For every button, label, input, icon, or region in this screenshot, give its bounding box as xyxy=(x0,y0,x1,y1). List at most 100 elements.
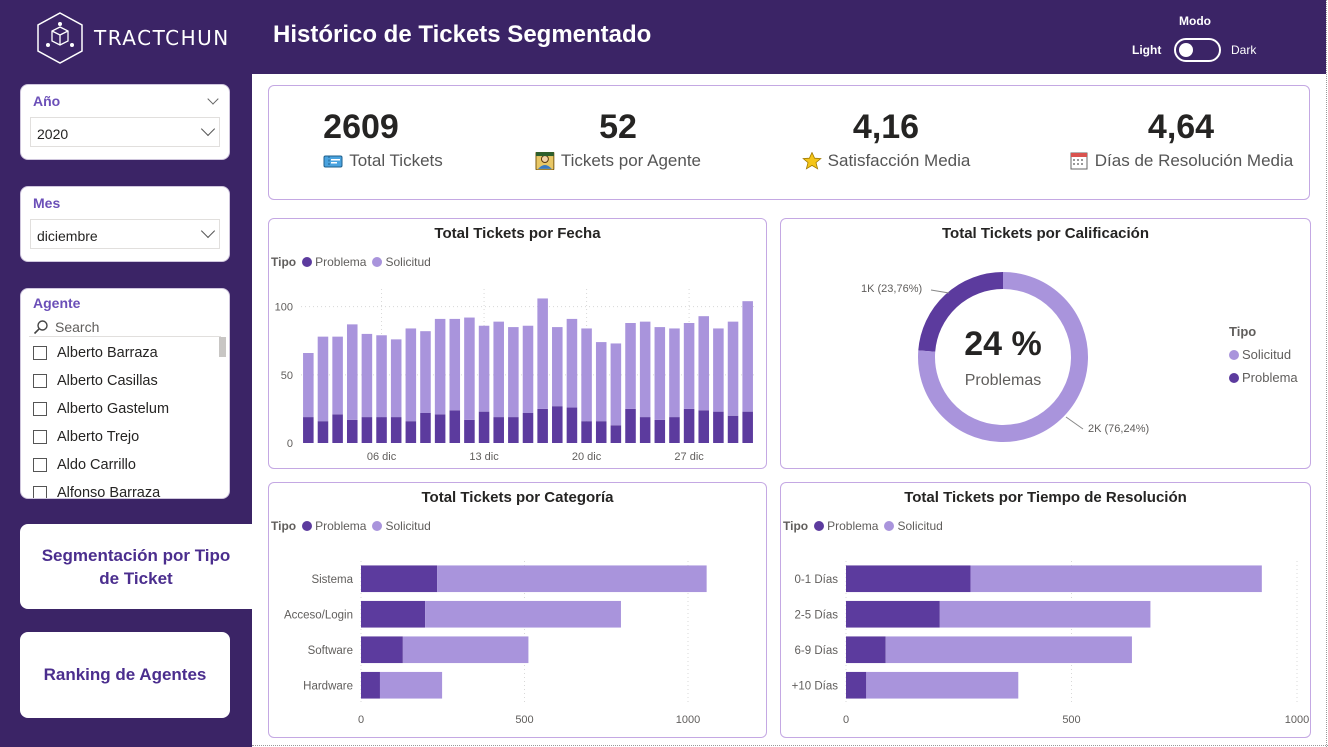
year-slicer-title: Año xyxy=(33,93,61,109)
category-label: +10 Días xyxy=(792,680,839,692)
category-label: Hardware xyxy=(303,680,353,692)
bar-problema xyxy=(390,417,402,443)
bar-solicitud xyxy=(537,298,548,409)
chart-card-calificacion: Total Tickets por Calificación 24 % Prob… xyxy=(780,218,1311,469)
bar-solicitud xyxy=(639,321,651,418)
bar-solicitud xyxy=(390,339,402,418)
kpi-value: 4,64 xyxy=(1147,108,1215,146)
agent-search-placeholder: Search xyxy=(55,319,100,335)
bar-solicitud xyxy=(332,336,343,415)
agent-list-item[interactable]: Alberto Barraza xyxy=(33,339,217,367)
bar-problema xyxy=(449,410,461,443)
donut-label-solicitud: 2K (76,24%) xyxy=(1088,423,1150,435)
x-tick-label: 13 dic xyxy=(469,451,499,463)
fecha-chart-plot: 0 50 100 06 dic 13 dic 20 dic 27 dic xyxy=(275,289,755,463)
light-label: Light xyxy=(1132,43,1162,57)
y-tick-label: 50 xyxy=(281,370,293,382)
kpi-label-text: Satisfacción Media xyxy=(827,151,971,170)
kpi-satisfaccion-media: 4,16 Satisfacción Media xyxy=(788,108,984,171)
agent-list-item[interactable]: Aldo Carrillo xyxy=(33,451,217,479)
bar-problema xyxy=(625,408,636,443)
legend-item-problema[interactable]: Problema xyxy=(1229,370,1298,385)
agent-name: Alberto Gastelum xyxy=(57,401,170,417)
y-tick-label: 0 xyxy=(287,438,293,450)
x-tick-label: 27 dic xyxy=(674,451,704,463)
bar-solicitud xyxy=(742,301,753,412)
nav-segmentacion-label: Segmentación por Tipo de Ticket xyxy=(41,545,231,588)
brand-logo[interactable]: TRACTCHUN xyxy=(34,10,234,66)
kpi-total-tickets: 2609 Total Tickets xyxy=(269,108,453,171)
agent-list-item[interactable]: Alberto Trejo xyxy=(33,423,217,451)
x-tick-label: 20 dic xyxy=(572,451,602,463)
toggle-knob xyxy=(1179,43,1193,57)
page-title: Histórico de Tickets Segmentado xyxy=(273,21,652,48)
agent-name: Aldo Carrillo xyxy=(57,457,136,473)
x-tick-label: 0 xyxy=(843,714,849,726)
bar-problema xyxy=(846,636,886,664)
agent-checkbox[interactable] xyxy=(33,486,47,498)
bar-problema xyxy=(522,413,534,443)
bar-problema xyxy=(303,417,314,443)
chevron-down-icon[interactable] xyxy=(207,93,219,105)
chevron-down-icon xyxy=(200,223,216,239)
month-dropdown[interactable]: diciembre xyxy=(30,219,220,249)
agent-checkbox[interactable] xyxy=(33,374,47,388)
bar-solicitud xyxy=(478,325,490,412)
nav-ranking-button[interactable]: Ranking de Agentes xyxy=(20,632,230,718)
bar-problema xyxy=(361,636,403,664)
sidebar: TRACTCHUN Año 2020 Mes diciembre Agente … xyxy=(0,0,252,747)
bar-problema xyxy=(332,414,343,443)
search-icon xyxy=(33,320,48,335)
kpi-value: 52 xyxy=(599,108,637,146)
bar-solicitud xyxy=(317,336,329,422)
year-dropdown[interactable]: 2020 xyxy=(30,117,220,147)
dark-label: Dark xyxy=(1231,43,1257,57)
legend-item-solicitud[interactable]: Solicitud xyxy=(1229,347,1298,362)
bar-solicitud xyxy=(437,565,707,593)
year-dropdown-value: 2020 xyxy=(37,126,69,142)
bar-solicitud xyxy=(610,343,622,426)
bar-solicitud xyxy=(464,317,475,420)
bar-solicitud xyxy=(595,342,607,422)
agent-name: Alberto Trejo xyxy=(57,429,140,445)
agent-checkbox[interactable] xyxy=(33,402,47,416)
bar-problema xyxy=(566,407,578,443)
bar-problema xyxy=(361,565,438,593)
agent-list-item[interactable]: Alfonso Barraza xyxy=(33,479,217,499)
agent-checkbox[interactable] xyxy=(33,346,47,360)
nav-ranking-label: Ranking de Agentes xyxy=(43,665,207,684)
agent-name: Alfonso Barraza xyxy=(57,485,161,499)
bar-solicitud xyxy=(866,671,1019,699)
bar-solicitud xyxy=(885,636,1132,664)
bar-problema xyxy=(537,408,548,443)
mode-label: Modo xyxy=(1179,14,1211,28)
bar-solicitud xyxy=(683,323,695,409)
bar-problema xyxy=(478,411,490,443)
agent-list-item[interactable]: Alberto Casillas xyxy=(33,367,217,395)
agent-list-scroll-thumb[interactable] xyxy=(219,337,226,357)
bar-solicitud xyxy=(493,321,504,418)
bar-problema xyxy=(654,419,666,443)
agent-search[interactable]: Search xyxy=(33,319,99,335)
nav-segmentacion-button[interactable]: Segmentación por Tipo de Ticket xyxy=(20,524,252,609)
bar-problema xyxy=(405,421,417,443)
agent-name: Alberto Barraza xyxy=(57,345,158,361)
bar-solicitud xyxy=(434,318,446,415)
bar-problema xyxy=(581,421,592,443)
bar-solicitud xyxy=(420,331,431,413)
brand-name: TRACTCHUN xyxy=(94,26,230,50)
agent-checkbox[interactable] xyxy=(33,458,47,472)
month-slicer: Mes diciembre xyxy=(20,186,230,262)
agent-list-item[interactable]: Alberto Gastelum xyxy=(33,395,217,423)
legend-title: Tipo xyxy=(1229,324,1257,339)
agent-checkbox[interactable] xyxy=(33,430,47,444)
bar-solicitud xyxy=(698,316,710,411)
bar-solicitud xyxy=(402,636,529,664)
agent-list-scrollbar[interactable] xyxy=(220,337,226,495)
bar-problema xyxy=(552,406,563,443)
chart-card-fecha: Total Tickets por Fecha Tipo Problema So… xyxy=(268,218,767,469)
chevron-down-icon xyxy=(200,121,216,137)
bar-problema xyxy=(846,671,867,699)
kpi-value: 2609 xyxy=(323,108,399,146)
theme-toggle[interactable] xyxy=(1174,38,1221,62)
